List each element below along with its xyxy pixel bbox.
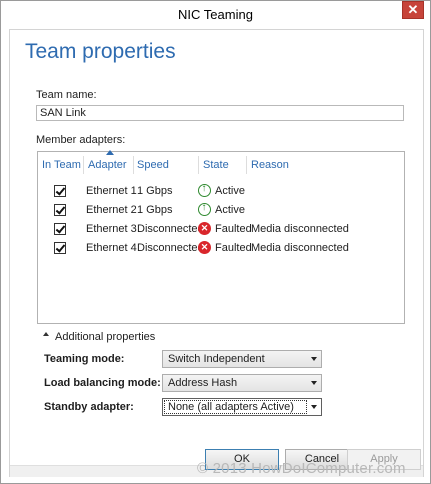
column-header-in-team[interactable]: In Team <box>42 159 81 171</box>
standby-adapter-value: None (all adapters Active) <box>168 401 294 413</box>
adapter-row[interactable]: Ethernet 2 1 Gbps Active <box>38 201 404 219</box>
column-divider <box>83 156 84 174</box>
in-team-checkbox[interactable] <box>54 204 66 216</box>
page-title: Team properties <box>25 40 176 63</box>
close-icon: ✕ <box>407 2 419 17</box>
load-balancing-mode-value: Address Hash <box>168 377 238 389</box>
adapter-row[interactable]: Ethernet 1 1 Gbps Active <box>38 182 404 200</box>
load-balancing-mode-label: Load balancing mode: <box>44 377 161 389</box>
in-team-checkbox[interactable] <box>54 242 66 254</box>
adapter-speed: Disconnected <box>137 223 204 235</box>
adapter-speed: Disconnected <box>137 242 204 254</box>
column-divider <box>133 156 134 174</box>
column-header-speed[interactable]: Speed <box>137 159 169 171</box>
member-adapters-list[interactable]: In Team Adapter Speed State Reason Ether… <box>37 150 405 324</box>
teaming-mode-value: Switch Independent <box>168 353 265 365</box>
column-header-adapter[interactable]: Adapter <box>88 159 127 171</box>
column-divider <box>198 156 199 174</box>
faulted-error-icon <box>198 241 211 254</box>
column-header-state[interactable]: State <box>203 159 229 171</box>
faulted-error-icon <box>198 222 211 235</box>
nic-teaming-dialog: NIC Teaming ✕ Team properties Team name:… <box>0 0 431 484</box>
adapter-name: Ethernet 2 <box>86 204 137 216</box>
chevron-down-icon <box>311 357 317 361</box>
sort-ascending-icon <box>106 150 114 155</box>
adapter-state: Active <box>215 204 245 216</box>
adapter-reason: Media disconnected <box>251 242 349 254</box>
close-button[interactable]: ✕ <box>402 1 424 19</box>
active-up-arrow-icon <box>198 183 211 197</box>
adapter-name: Ethernet 4 <box>86 242 137 254</box>
in-team-checkbox[interactable] <box>54 223 66 235</box>
team-name-input[interactable] <box>36 105 404 121</box>
additional-properties-toggle[interactable]: Additional properties <box>55 331 155 343</box>
collapse-chevron-icon[interactable] <box>43 332 49 336</box>
team-name-label: Team name: <box>36 89 97 101</box>
title-bar[interactable]: NIC Teaming ✕ <box>1 1 430 29</box>
adapter-state: Faulted <box>215 242 252 254</box>
adapter-name: Ethernet 3 <box>86 223 137 235</box>
adapter-reason: Media disconnected <box>251 223 349 235</box>
column-divider <box>246 156 247 174</box>
member-adapters-label: Member adapters: <box>36 134 126 146</box>
copyright-watermark: © 2013 HowDoIComputer.com <box>197 460 406 477</box>
chevron-down-icon <box>311 405 317 409</box>
adapter-name: Ethernet 1 <box>86 185 137 197</box>
adapter-row[interactable]: Ethernet 3 Disconnected Faulted Media di… <box>38 220 404 238</box>
standby-adapter-select[interactable]: None (all adapters Active) <box>162 398 322 416</box>
column-header-reason[interactable]: Reason <box>251 159 289 171</box>
dialog-content: Team properties Team name: Member adapte… <box>9 29 424 477</box>
window-title: NIC Teaming <box>178 7 253 22</box>
adapter-speed: 1 Gbps <box>137 185 173 197</box>
adapter-row[interactable]: Ethernet 4 Disconnected Faulted Media di… <box>38 239 404 257</box>
teaming-mode-select[interactable]: Switch Independent <box>162 350 322 368</box>
standby-adapter-label: Standby adapter: <box>44 401 134 413</box>
active-up-arrow-icon <box>198 202 211 216</box>
adapter-state: Faulted <box>215 223 252 235</box>
in-team-checkbox[interactable] <box>54 185 66 197</box>
chevron-down-icon <box>311 381 317 385</box>
adapter-state: Active <box>215 185 245 197</box>
adapter-speed: 1 Gbps <box>137 204 173 216</box>
load-balancing-mode-select[interactable]: Address Hash <box>162 374 322 392</box>
teaming-mode-label: Teaming mode: <box>44 353 125 365</box>
